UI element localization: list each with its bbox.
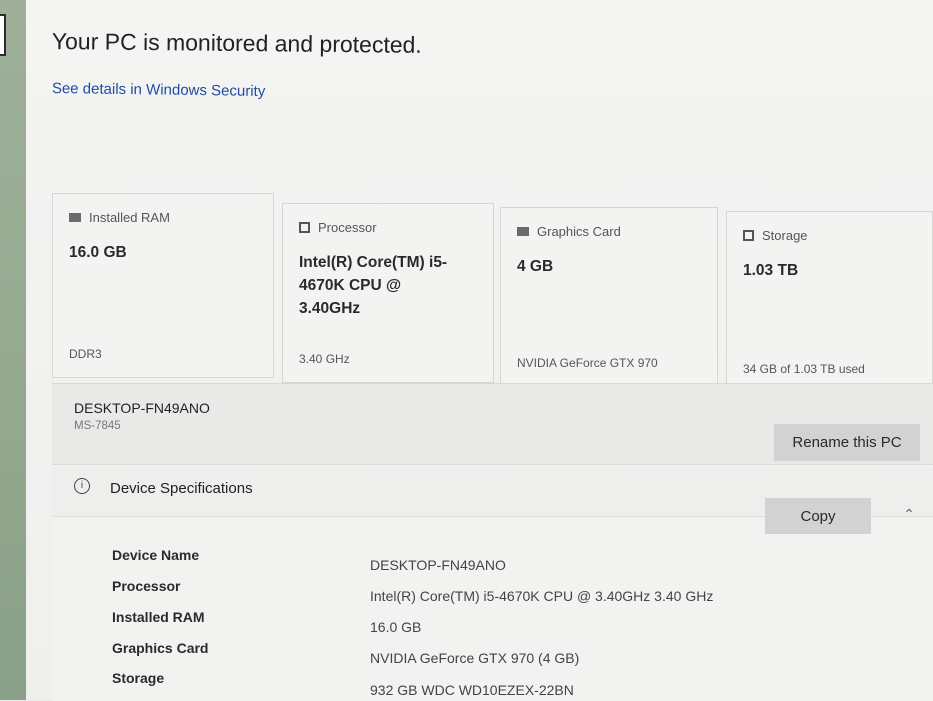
rename-pc-button[interactable]: Rename this PC	[774, 424, 920, 461]
ram-icon	[69, 213, 81, 222]
device-specifications-list: Device Name DESKTOP-FN49ANO Processor In…	[52, 516, 933, 701]
card-header: Processor	[299, 220, 377, 235]
spec-value: 16.0 GB	[370, 619, 422, 635]
processor-icon	[299, 222, 310, 233]
card-value: 16.0 GB	[69, 244, 127, 261]
card-installed-ram: Installed RAM 16.0 GB DDR3	[52, 193, 274, 378]
card-value: 4 GB	[517, 258, 554, 275]
card-label: Installed RAM	[89, 210, 170, 225]
card-label: Graphics Card	[537, 224, 621, 239]
copy-button[interactable]: Copy	[765, 498, 871, 534]
spec-value: Intel(R) Core(TM) i5-4670K CPU @ 3.40GHz…	[370, 588, 714, 604]
card-storage: Storage 1.03 TB 34 GB of 1.03 TB used	[726, 211, 933, 393]
device-specifications-title: Device Specifications	[110, 480, 253, 497]
windows-security-link[interactable]: See details in Windows Security	[52, 80, 266, 100]
pc-model: MS-7845	[74, 420, 121, 432]
card-sub: 3.40 GHz	[299, 352, 350, 366]
card-header: Graphics Card	[517, 224, 621, 239]
background-window-edge	[0, 0, 26, 700]
card-header: Installed RAM	[69, 210, 170, 225]
pc-name-section: DESKTOP-FN49ANO MS-7845 Rename this PC	[52, 383, 933, 465]
card-header: Storage	[743, 228, 808, 243]
pc-name: DESKTOP-FN49ANO	[74, 400, 210, 416]
spec-value: NVIDIA GeForce GTX 970 (4 GB)	[370, 650, 580, 666]
card-label: Processor	[318, 220, 377, 235]
spec-label: Device Name	[112, 547, 200, 563]
info-icon: i	[74, 478, 90, 494]
graphics-card-icon	[517, 227, 529, 236]
spec-label: Storage	[112, 670, 165, 686]
device-specifications-header[interactable]: i Device Specifications Copy ⌃	[52, 468, 933, 534]
card-label: Storage	[762, 228, 808, 243]
spec-value: DESKTOP-FN49ANO	[370, 557, 506, 573]
card-sub: 34 GB of 1.03 TB used	[743, 362, 865, 376]
spec-value: 932 GB WDC WD10EZEX-22BN	[370, 682, 574, 698]
security-status-title: Your PC is monitored and protected.	[51, 28, 422, 58]
card-graphics: Graphics Card 4 GB NVIDIA GeForce GTX 97…	[500, 207, 718, 387]
card-processor: Processor Intel(R) Core(TM) i5-4670K CPU…	[282, 203, 494, 383]
card-value: Intel(R) Core(TM) i5-4670K CPU @ 3.40GHz	[299, 254, 448, 317]
spec-cards: Installed RAM 16.0 GB DDR3 Processor Int…	[52, 193, 933, 393]
storage-icon	[743, 230, 754, 241]
card-sub: NVIDIA GeForce GTX 970	[517, 356, 658, 370]
spec-label: Graphics Card	[112, 640, 209, 656]
window-border	[0, 14, 6, 56]
spec-label: Installed RAM	[112, 609, 205, 625]
card-value: 1.03 TB	[743, 262, 799, 279]
spec-label: Processor	[112, 578, 181, 594]
card-sub: DDR3	[69, 347, 102, 361]
